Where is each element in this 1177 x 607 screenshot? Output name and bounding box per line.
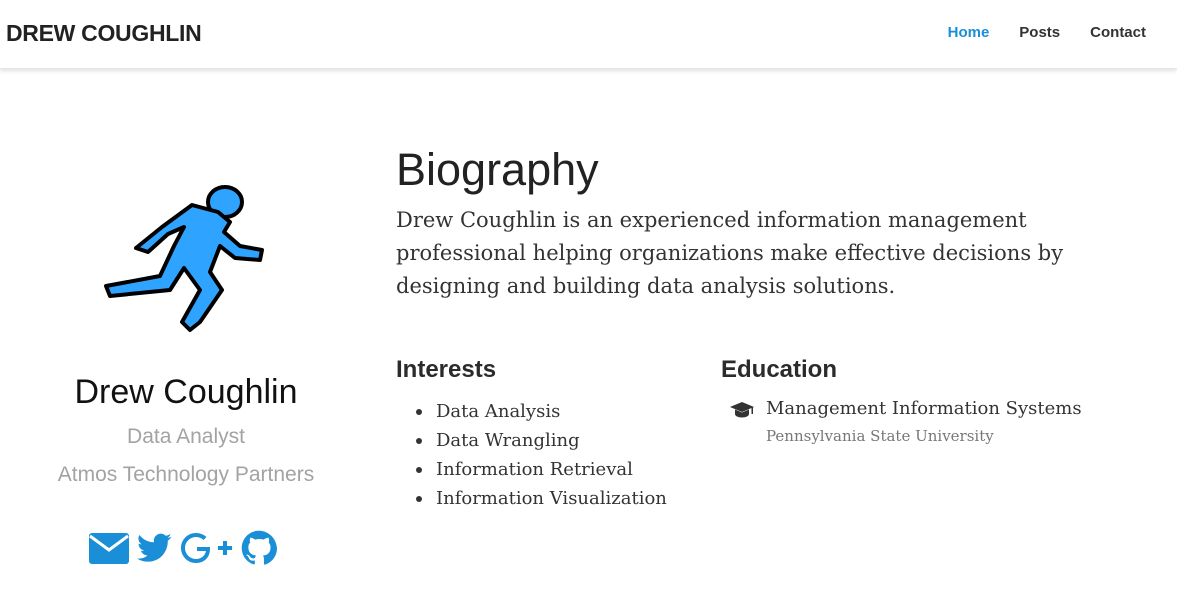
education-institution: Pennsylvania State University [766, 427, 994, 445]
site-brand[interactable]: DREW COUGHLIN [6, 20, 202, 47]
interest-item: Information Visualization [414, 484, 667, 513]
github-icon[interactable] [240, 530, 278, 566]
social-links [88, 530, 278, 566]
nav-home[interactable]: Home [948, 24, 990, 41]
biography-text: Drew Coughlin is an experienced informat… [396, 208, 1064, 298]
nav-posts[interactable]: Posts [1019, 24, 1060, 41]
education-title: Education [721, 356, 838, 383]
interests-list: Data Analysis Data Wrangling Information… [414, 397, 667, 513]
interests-title: Interests [396, 356, 497, 383]
profile-name: Drew Coughlin [74, 373, 298, 411]
envelope-icon[interactable] [88, 530, 130, 566]
interest-item: Information Retrieval [414, 455, 667, 484]
profile-organization: Atmos Technology Partners [57, 463, 315, 486]
interest-item: Data Wrangling [414, 426, 667, 455]
biography-title: Biography [396, 144, 599, 195]
profile-role: Data Analyst [127, 425, 245, 448]
navbar: DREW COUGHLIN Home Posts Contact [0, 0, 1177, 69]
education-course: Management Information Systems [766, 398, 1082, 419]
running-person-icon [100, 172, 268, 334]
twitter-icon[interactable] [136, 530, 174, 566]
interest-item: Data Analysis [414, 397, 667, 426]
google-plus-icon[interactable] [180, 530, 234, 566]
main-nav: Home Posts Contact [948, 24, 1146, 41]
nav-contact[interactable]: Contact [1090, 24, 1146, 41]
graduation-cap-icon [729, 401, 755, 424]
biography-section: Biography Drew Coughlin is an experience… [396, 140, 1156, 303]
